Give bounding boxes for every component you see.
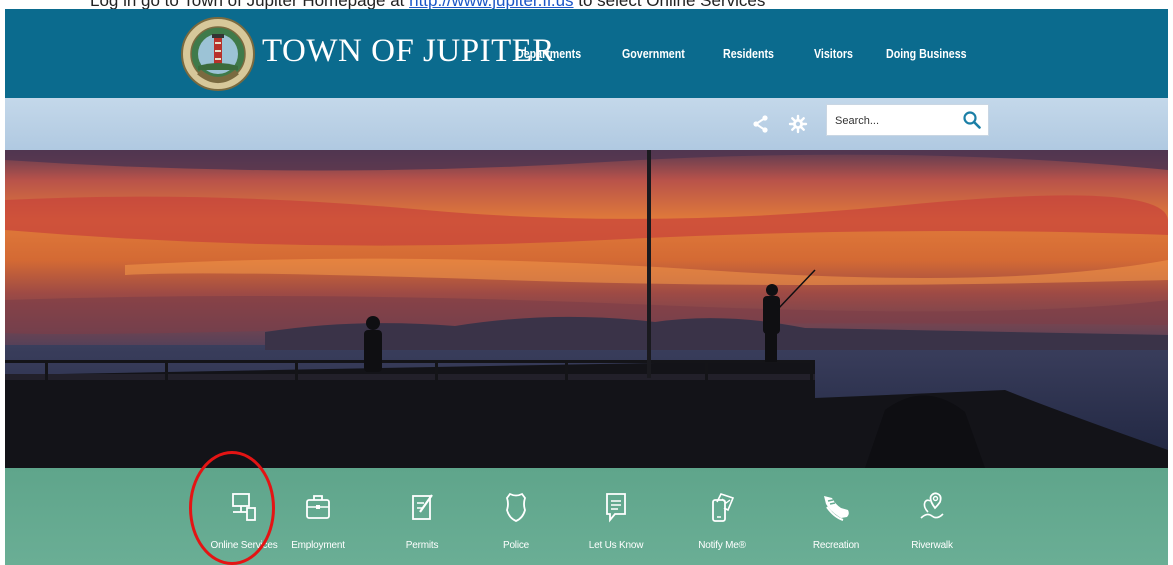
search-icon[interactable] — [962, 110, 982, 130]
service-label: Notify Me® — [698, 540, 746, 551]
service-label: Let Us Know — [588, 540, 644, 551]
nav-visitors[interactable]: Visitors — [814, 46, 853, 61]
service-notify-me[interactable]: Notify Me® — [677, 468, 767, 565]
sunset-pier-photo — [5, 150, 1168, 468]
service-police[interactable]: Police — [471, 468, 561, 565]
briefcase-icon — [306, 495, 330, 519]
gear-icon[interactable] — [787, 113, 809, 135]
permits-icon — [412, 494, 433, 520]
site-header: TOWN OF JUPITER Departments Government R… — [5, 9, 1168, 98]
service-let-us-know[interactable]: Let Us Know — [571, 468, 661, 565]
service-employment[interactable]: Employment — [273, 468, 363, 565]
comment-icon — [606, 493, 626, 523]
map-pin-icon — [920, 492, 944, 519]
service-permits[interactable]: Permits — [377, 468, 467, 565]
share-icon[interactable] — [750, 113, 772, 135]
service-riverwalk[interactable]: Riverwalk — [887, 468, 977, 565]
nav-doing-business[interactable]: Doing Business — [886, 46, 967, 61]
service-label: Employment — [291, 540, 345, 551]
notify-phone-icon — [712, 493, 735, 522]
sneaker-icon — [824, 496, 849, 521]
document-text-line: Log in go to Town of Jupiter Homepage at… — [0, 0, 1173, 9]
utility-bar — [5, 98, 1168, 150]
search-box — [826, 104, 989, 136]
town-seal-logo[interactable] — [179, 12, 257, 96]
service-label: Recreation — [812, 540, 860, 551]
service-label: Riverwalk — [911, 540, 953, 551]
services-bar: Online Services Employment Permits Polic… — [5, 468, 1168, 565]
nav-departments[interactable]: Departments — [516, 46, 581, 61]
highlight-circle — [189, 451, 275, 565]
police-badge-icon — [505, 492, 527, 522]
town-name-title[interactable]: TOWN OF JUPITER — [262, 33, 555, 70]
nav-residents[interactable]: Residents — [723, 46, 774, 61]
homepage-link[interactable]: http://www.jupiter.fl.us — [409, 0, 573, 9]
doc-text-after: to select Online Services — [574, 0, 765, 9]
search-input[interactable] — [835, 112, 955, 130]
doc-text-before: Log in go to Town of Jupiter Homepage at — [90, 0, 409, 9]
service-label: Permits — [405, 540, 439, 551]
nav-government[interactable]: Government — [622, 46, 685, 61]
service-label: Police — [502, 540, 530, 551]
service-recreation[interactable]: Recreation — [791, 468, 881, 565]
hero-banner-image — [5, 150, 1168, 468]
